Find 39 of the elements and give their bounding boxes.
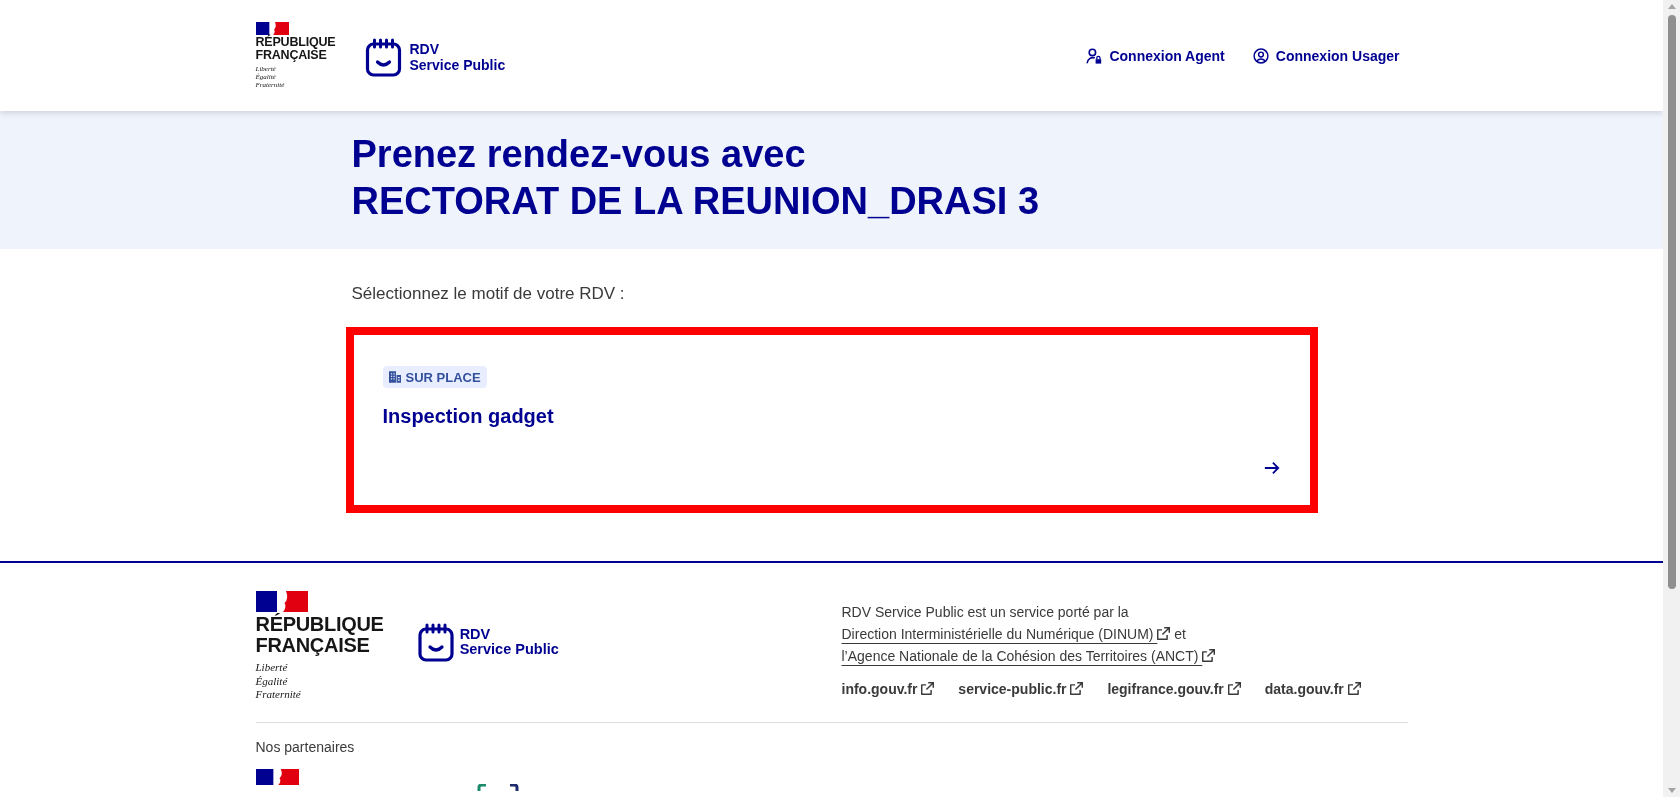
scroll-up-icon[interactable] (1667, 4, 1676, 9)
service-name[interactable]: RDV Service Public (409, 40, 506, 73)
arrow-right-icon (1263, 461, 1280, 475)
external-link-icon (1157, 627, 1171, 640)
scrollbar[interactable] (1663, 0, 1680, 797)
footer-link[interactable]: info.gouv.fr (841, 679, 935, 699)
partners-heading: Nos partenaires (255, 737, 356, 757)
scrollbar-thumb[interactable] (1668, 15, 1676, 589)
footer-link[interactable]: service-public.fr (958, 679, 1084, 699)
motto-text: Liberté Égalité Fraternité (255, 661, 301, 702)
external-link-icon (1202, 649, 1216, 662)
footer-link[interactable]: legifrance.gouv.fr (1107, 679, 1241, 699)
republic-name: RÉPUBLIQUE FRANÇAISE (255, 36, 336, 61)
location-badge: SUR PLACE (382, 366, 487, 388)
motive-prompt: Sélectionnez le motif de votre RDV : (351, 283, 626, 305)
external-link-icon (1227, 682, 1241, 695)
motive-card[interactable]: SUR PLACE Inspection gadget (345, 327, 1318, 513)
calendar-smile-icon (365, 36, 403, 77)
footer-description-link[interactable]: Direction Interministérielle du Numérique (DINUM) (841, 626, 1171, 642)
user-circle-icon (1252, 47, 1269, 64)
scroll-down-icon[interactable] (1667, 788, 1676, 793)
service-name[interactable]: RDV Service Public (459, 627, 559, 658)
login-link[interactable]: Connexion Usager (1244, 41, 1408, 70)
flag-logo-icon (255, 591, 308, 612)
calendar-smile-icon (417, 622, 454, 663)
page-title: Prenez rendez-vous avec RECTORAT DE LA REUNION_DRASI 3 (351, 132, 1041, 224)
footer-link[interactable]: data.gouv.fr (1264, 679, 1361, 699)
footer-description-link[interactable]: l’Agence Nationale de la Cohésion des Territoires (ANCT) (841, 648, 1216, 664)
flag-logo-icon (255, 22, 289, 35)
external-link-icon (1070, 682, 1084, 695)
flag-logo-icon (255, 768, 299, 785)
external-link-icon (1347, 682, 1361, 695)
motive-title: Inspection gadget (382, 404, 554, 429)
login-link[interactable]: Connexion Agent (1078, 41, 1233, 70)
building-icon (388, 371, 401, 383)
user-lock-icon (1086, 47, 1103, 64)
external-link-icon (921, 682, 935, 695)
republic-name: RÉPUBLIQUE FRANÇAISE (255, 614, 384, 656)
footer-description: RDV Service Public est un service porté par la Direction Interministérielle du Numérique (DINUM) et l’Agence Nationale de la Cohésion des Territoires (ANCT) (841, 601, 1408, 667)
